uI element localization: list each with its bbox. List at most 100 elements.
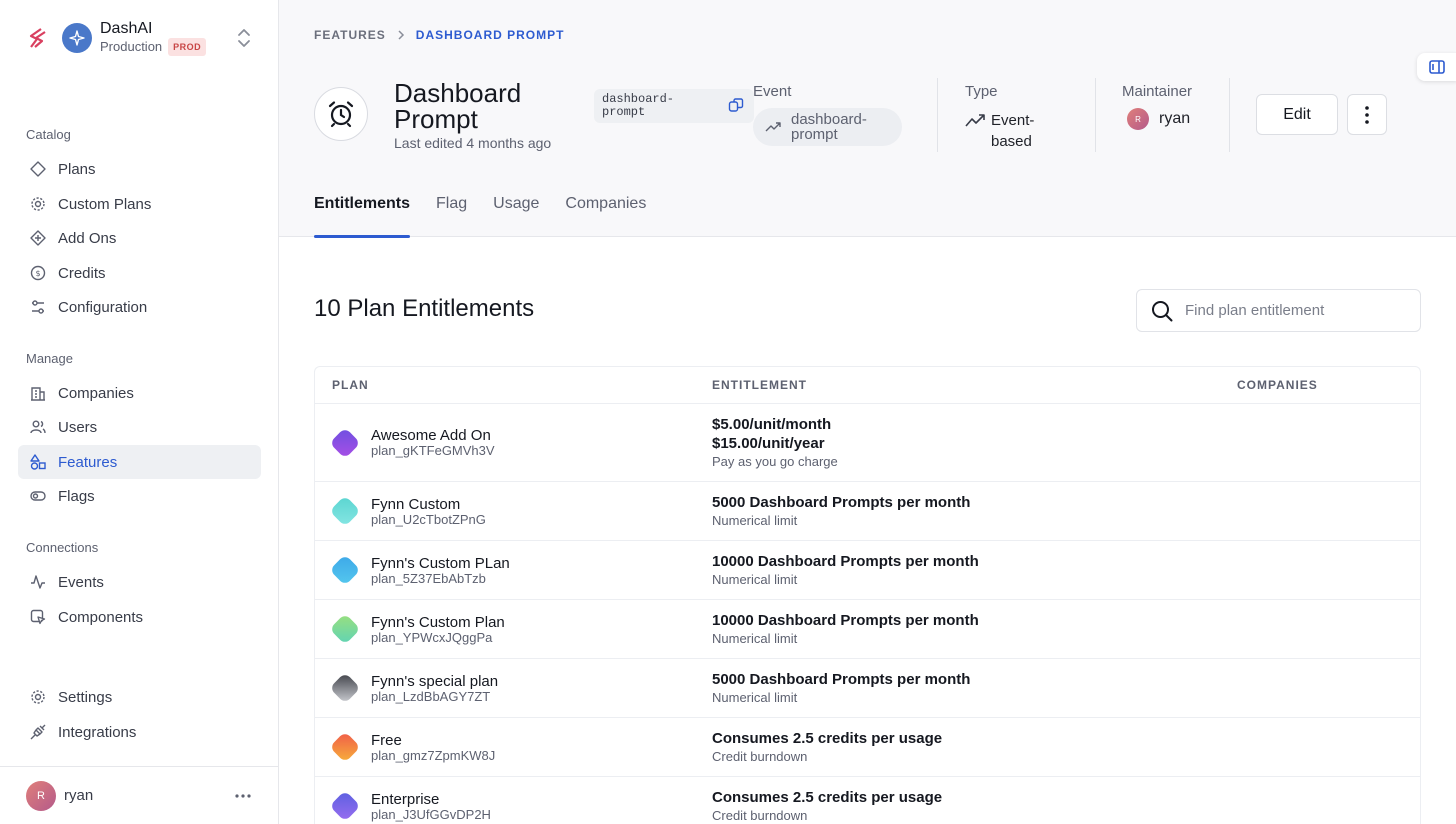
divider (1229, 78, 1230, 152)
tab-entitlements[interactable]: Entitlements (314, 195, 411, 238)
workspace-switcher[interactable]: DashAI Production PROD (26, 20, 252, 56)
table-row[interactable]: Fynn Custom plan_U2cTbotZPnG 5000 Dashboa… (315, 482, 1420, 541)
table-row[interactable]: Fynn's Custom PLan plan_5Z37EbAbTzb 10000… (315, 541, 1420, 600)
sidebar-item-label: Companies (58, 384, 134, 402)
environment-name: Production (100, 39, 163, 54)
sidebar-item-label: Events (58, 573, 104, 591)
sidebar-item-label: Custom Plans (58, 195, 152, 213)
tab-flag[interactable]: Flag (436, 195, 467, 237)
sidebar-item-flags[interactable]: Flags (18, 479, 261, 513)
sidebar-item-events[interactable]: Events (18, 565, 261, 599)
plan-icon (329, 731, 361, 763)
table-row[interactable]: Enterprise plan_J3UfGGvDP2H Consumes 2.5 … (315, 777, 1420, 824)
trend-up-icon (965, 114, 985, 127)
sidebar-item-label: Settings (58, 688, 113, 706)
sidebar-item-settings[interactable]: Settings (18, 680, 261, 714)
breadcrumb-parent[interactable]: FEATURES (314, 28, 386, 42)
sidebar-item-custom-plans[interactable]: Custom Plans (18, 187, 261, 221)
type-value: Event-based (991, 112, 1035, 150)
column-header-plan[interactable]: PLAN (315, 378, 712, 392)
entitlement-value: 10000 Dashboard Prompts per month (712, 612, 979, 629)
coin-icon: $ (30, 265, 46, 281)
trend-up-icon (765, 122, 781, 132)
breadcrumb-current: DASHBOARD PROMPT (415, 28, 565, 42)
side-panel-toggle[interactable] (1417, 53, 1456, 81)
tab-companies[interactable]: Companies (565, 195, 646, 237)
sliders-icon (32, 300, 44, 314)
table-row[interactable]: Fynn's special plan plan_LzdBbAGY7ZT 5000… (315, 659, 1420, 718)
sidebar-item-features[interactable]: Features (18, 445, 261, 479)
plan-name: Free (371, 731, 402, 749)
section-title: 10 Plan Entitlements (314, 295, 535, 322)
tag-icon (30, 161, 46, 177)
sidebar-item-users[interactable]: Users (18, 410, 261, 444)
sidebar-item-label: Configuration (58, 298, 148, 316)
divider (1095, 78, 1096, 152)
feature-tabs: Entitlements Flag Usage Companies (314, 195, 646, 238)
plan-name: Awesome Add On (371, 427, 491, 444)
last-edited: Last edited 4 months ago (394, 135, 552, 151)
entitlement-value: $5.00/unit/month (712, 416, 832, 433)
plan-icon (329, 554, 361, 586)
sidebar-item-integrations[interactable]: Integrations (18, 715, 261, 749)
workspace-name: DashAI (100, 20, 153, 37)
sidebar-item-label: Add Ons (58, 229, 117, 247)
sidebar: DashAI Production PROD Catalog Plans Cust… (0, 0, 279, 824)
plan-name: Fynn's Custom Plan (371, 613, 505, 631)
table-row[interactable]: Fynn's Custom Plan plan_YPWcxJQggPa 10000… (315, 600, 1420, 659)
event-chip[interactable]: dashboard-prompt (753, 108, 902, 146)
sidebar-item-companies[interactable]: Companies (18, 376, 261, 410)
edit-button[interactable]: Edit (1256, 94, 1338, 135)
plug-icon (30, 724, 46, 740)
diamond-plus-icon (30, 230, 46, 246)
toggle-icon (30, 491, 46, 501)
sidebar-item-label: Users (58, 418, 98, 436)
component-icon (30, 609, 46, 625)
more-actions-button[interactable] (1347, 94, 1387, 135)
plan-name: Enterprise (371, 790, 440, 808)
main-content: FEATURES DASHBOARD PROMPT Dashboard Prom… (279, 0, 1456, 824)
more-horizontal-icon[interactable] (234, 787, 252, 805)
search-icon (1152, 300, 1173, 321)
sidebar-item-components[interactable]: Components (18, 600, 261, 634)
plan-id: plan_gmz7ZpmKW8J (371, 747, 496, 763)
plan-icon (329, 495, 361, 527)
user-menu[interactable]: R ryan (0, 766, 278, 824)
plan-name: Fynn's Custom PLan (371, 554, 510, 572)
plan-icon (329, 613, 361, 645)
maintainer-label: Maintainer (1122, 83, 1193, 100)
table-row[interactable]: Awesome Add On plan_gKTFeGMVh3V $5.00/uni… (315, 404, 1420, 482)
plan-id: plan_U2cTbotZPnG (371, 511, 486, 527)
table-row[interactable]: Free plan_gmz7ZpmKW8J Consumes 2.5 credit… (315, 718, 1420, 777)
sidebar-item-label: Credits (58, 264, 106, 282)
sidebar-item-label: Plans (58, 160, 96, 178)
users-icon (30, 420, 46, 434)
sidebar-item-credits[interactable]: $ Credits (18, 256, 261, 290)
entitlement-type: Credit burndown (712, 749, 808, 764)
column-header-entitlement[interactable]: ENTITLEMENT (712, 378, 1237, 392)
alarm-clock-icon (328, 101, 354, 128)
maintainer[interactable]: R ryan (1127, 108, 1190, 130)
plan-id: plan_J3UfGGvDP2H (371, 806, 491, 822)
search-box[interactable] (1136, 289, 1421, 332)
plan-id: plan_YPWcxJQggPa (371, 629, 493, 645)
tab-usage[interactable]: Usage (493, 195, 539, 237)
copy-icon[interactable] (728, 97, 744, 113)
breadcrumb: FEATURES DASHBOARD PROMPT (314, 28, 564, 42)
chevron-updown-icon[interactable] (236, 26, 252, 50)
column-header-companies[interactable]: COMPANIES (1237, 378, 1420, 392)
plan-icon (329, 426, 361, 459)
env-badge: PROD (168, 38, 207, 56)
plan-id: plan_5Z37EbAbTzb (371, 570, 486, 586)
activity-icon (31, 575, 45, 589)
sidebar-item-plans[interactable]: Plans (18, 152, 261, 186)
workspace-avatar (62, 23, 92, 53)
sidebar-item-add-ons[interactable]: Add Ons (18, 221, 261, 255)
sidebar-item-configuration[interactable]: Configuration (18, 290, 261, 324)
entitlement-type: Numerical limit (712, 690, 798, 705)
feature-key-chip: dashboard-prompt (594, 89, 754, 123)
type-value-group: Event-based (965, 110, 1051, 152)
search-input[interactable] (1185, 302, 1405, 319)
entitlement-type: Numerical limit (712, 631, 798, 646)
gear-icon (31, 690, 45, 704)
